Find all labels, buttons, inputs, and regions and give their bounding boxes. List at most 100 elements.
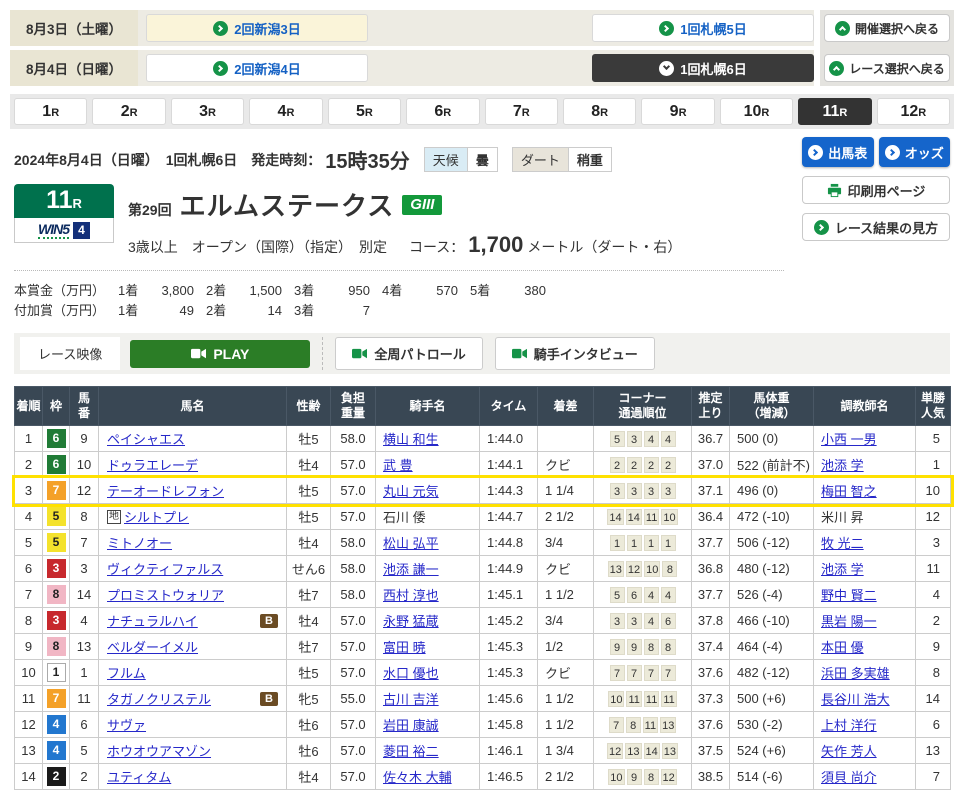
trainer-link[interactable]: 牧 光二	[821, 536, 864, 551]
entry-table-button[interactable]: 出馬表	[802, 137, 874, 167]
back-to-race-select-button[interactable]: レース選択へ戻る	[824, 54, 950, 82]
result-row: 4 5 8 地 シルトプレ 牡5 57.0 石川 倭 1:44.7 2 1/2 …	[15, 504, 951, 530]
win-favorite-rank: 12	[916, 504, 951, 530]
finish-time: 1:45.3	[480, 660, 538, 686]
trainer-link[interactable]: 本田 優	[821, 640, 864, 655]
race-tab-11r[interactable]: 11R	[798, 98, 871, 125]
horse-name-cell: ナチュラルハイ B	[99, 608, 287, 634]
trainer-link[interactable]: 長谷川 浩大	[821, 692, 890, 707]
jockey-cell: 松山 弘平	[376, 530, 480, 556]
play-video-button[interactable]: PLAY	[130, 340, 310, 368]
finish-time: 1:44.9	[480, 556, 538, 582]
horse-name-link[interactable]: プロミストウォリア	[107, 585, 224, 604]
race-tab-8r[interactable]: 8R	[563, 98, 636, 125]
race-name: エルムステークス	[180, 186, 395, 223]
print-page-button[interactable]: 印刷用ページ	[802, 176, 950, 204]
trainer-link[interactable]: 矢作 芳人	[821, 744, 877, 759]
column-header: コーナー 通過順位	[594, 387, 692, 426]
corner-position-box: 2	[627, 457, 642, 473]
race-tab-2r[interactable]: 2R	[92, 98, 165, 125]
chevron-right-icon	[213, 21, 228, 36]
meeting-button-sapporo-day6-selected[interactable]: 1回札幌6日	[592, 54, 814, 82]
meeting-button-niigata-day3[interactable]: 2回新潟3日	[146, 14, 368, 42]
jockey-link[interactable]: 松山 弘平	[383, 536, 439, 551]
estimated-last-3f: 36.4	[692, 504, 730, 530]
carried-weight: 58.0	[331, 582, 376, 608]
corner-position-box: 7	[644, 665, 659, 681]
column-header: 推定 上り	[692, 387, 730, 426]
trainer-link[interactable]: 池添 学	[821, 562, 864, 577]
back-to-meeting-select-button[interactable]: 開催選択へ戻る	[824, 14, 950, 42]
chevron-right-icon	[885, 145, 900, 160]
horse-number: 8	[70, 504, 99, 530]
jockey-link[interactable]: 池添 謙一	[383, 562, 439, 577]
finish-time: 1:45.8	[480, 712, 538, 738]
race-tab-5r[interactable]: 5R	[328, 98, 401, 125]
course-label: コース：	[409, 237, 464, 257]
jockey-link[interactable]: 西村 淳也	[383, 588, 439, 603]
trainer-link[interactable]: 浜田 多実雄	[821, 666, 890, 681]
horse-name-link[interactable]: ヴィクティファルス	[107, 559, 223, 578]
horse-name-link[interactable]: シルトプレ	[124, 507, 189, 526]
margin: クビ	[538, 556, 594, 582]
race-tab-9r[interactable]: 9R	[641, 98, 714, 125]
race-tab-4r[interactable]: 4R	[249, 98, 322, 125]
horse-name-link[interactable]: フルム	[107, 663, 146, 682]
jockey-cell: 石川 倭	[376, 504, 480, 530]
jockey-link[interactable]: 佐々木 大輔	[383, 770, 452, 785]
horse-name-link[interactable]: タガノクリステル	[107, 689, 211, 708]
horse-name-link[interactable]: ベルダーイメル	[107, 637, 198, 656]
video-camera-icon	[512, 348, 527, 359]
patrol-video-button[interactable]: 全周パトロール	[335, 337, 482, 370]
column-header: 着順	[15, 387, 43, 426]
trainer-link[interactable]: 梅田 智之	[821, 484, 877, 499]
carried-weight: 57.0	[331, 712, 376, 738]
meeting-button-sapporo-day5[interactable]: 1回札幌5日	[592, 14, 814, 42]
weather-tag: 天候 曇	[424, 147, 498, 172]
frame-number-cell: 2	[43, 764, 70, 790]
horse-name-link[interactable]: ペイシャエス	[107, 429, 185, 448]
main-prize-values: 1着3,8002着1,5003着9504着5705着380	[106, 281, 546, 301]
corner-position-box: 10	[608, 691, 624, 707]
race-tab-6r[interactable]: 6R	[406, 98, 479, 125]
meeting-row-saturday: 8月3日（土曜） 2回新潟3日 1回札幌5日	[10, 10, 814, 46]
horse-name-link[interactable]: ミトノオー	[107, 533, 172, 552]
jockey-link[interactable]: 富田 暁	[383, 640, 426, 655]
frame-number-cell: 1	[43, 660, 70, 686]
race-tab-1r[interactable]: 1R	[14, 98, 87, 125]
trainer-link[interactable]: 小西 一男	[821, 432, 877, 447]
jockey-link[interactable]: 永野 猛蔵	[383, 614, 439, 629]
horse-name-link[interactable]: ホウオウアマゾン	[107, 741, 211, 760]
trainer-link[interactable]: 上村 洋行	[821, 718, 877, 733]
odds-button[interactable]: オッズ	[879, 137, 951, 167]
trainer-link[interactable]: 野中 賢二	[821, 588, 877, 603]
trainer-link[interactable]: 須貝 尚介	[821, 770, 877, 785]
horse-name-link[interactable]: ナチュラルハイ	[107, 611, 198, 630]
horse-name-link[interactable]: サヴァ	[107, 715, 146, 734]
trainer-link[interactable]: 黒岩 陽一	[821, 614, 877, 629]
jockey-link: 石川 倭	[383, 510, 426, 525]
race-tab-3r[interactable]: 3R	[171, 98, 244, 125]
race-edition: 第29回	[128, 200, 172, 220]
meeting-button-niigata-day4[interactable]: 2回新潟4日	[146, 54, 368, 82]
jockey-link[interactable]: 古川 吉洋	[383, 692, 439, 707]
corner-position-box: 2	[644, 457, 659, 473]
race-tab-12r[interactable]: 12R	[877, 98, 950, 125]
jockey-interview-button[interactable]: 騎手インタビュー	[495, 337, 655, 370]
race-tab-10r[interactable]: 10R	[720, 98, 793, 125]
result-guide-button[interactable]: レース結果の見方	[802, 213, 950, 241]
jockey-link[interactable]: 菱田 裕二	[383, 744, 439, 759]
corner-position-box: 10	[608, 769, 624, 785]
horse-name-link[interactable]: ユティタム	[107, 767, 171, 786]
horse-name-link[interactable]: ドゥラエレーデ	[107, 455, 198, 474]
trainer-link[interactable]: 池添 学	[821, 458, 864, 473]
jockey-link[interactable]: 水口 優也	[383, 666, 439, 681]
jockey-link[interactable]: 横山 和生	[383, 432, 439, 447]
horse-name-cell: プロミストウォリア	[99, 582, 287, 608]
jockey-link[interactable]: 岩田 康誠	[383, 718, 439, 733]
jockey-cell: 菱田 裕二	[376, 738, 480, 764]
jockey-link[interactable]: 武 豊	[383, 458, 413, 473]
horse-name-link[interactable]: テーオードレフォン	[107, 481, 224, 500]
jockey-link[interactable]: 丸山 元気	[383, 484, 439, 499]
race-tab-7r[interactable]: 7R	[485, 98, 558, 125]
